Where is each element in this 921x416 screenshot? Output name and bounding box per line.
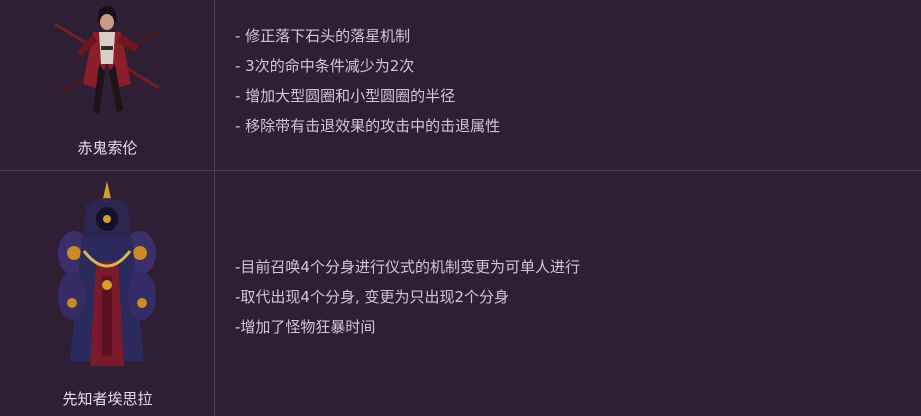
notes-cell: - 修正落下石头的落星机制 - 3次的命中条件减少为2次 - 增加大型圆圈和小型… xyxy=(215,0,921,170)
list-item: -增加了怪物狂暴时间 xyxy=(235,318,376,336)
change-list: -目前召唤4个分身进行仪式的机制变更为可单人进行 -取代出现4个分身, 变更为只… xyxy=(235,252,580,342)
list-item: - 移除带有击退效果的攻击中的击退属性 xyxy=(235,117,501,135)
list-item: -取代出现4个分身, 变更为只出现2个分身 xyxy=(235,288,510,306)
monster-name: 先知者埃思拉 xyxy=(62,390,153,408)
red-ogre-soren-image xyxy=(54,6,160,114)
list-item: -目前召唤4个分身进行仪式的机制变更为可单人进行 xyxy=(235,258,580,276)
prophet-esra-image xyxy=(58,181,156,366)
monster-cell: 先知者埃思拉 xyxy=(0,171,215,416)
list-item: - 增加大型圆圈和小型圆圈的半径 xyxy=(235,87,456,105)
change-list: - 修正落下石头的落星机制 - 3次的命中条件减少为2次 - 增加大型圆圈和小型… xyxy=(235,21,500,141)
list-item: - 3次的命中条件减少为2次 xyxy=(235,57,415,75)
monster-cell: 赤鬼索伦 xyxy=(0,0,215,170)
patch-notes-table: 赤鬼索伦 - 修正落下石头的落星机制 - 3次的命中条件减少为2次 - 增加大型… xyxy=(0,0,921,416)
notes-cell: -目前召唤4个分身进行仪式的机制变更为可单人进行 -取代出现4个分身, 变更为只… xyxy=(215,171,921,416)
table-row: 先知者埃思拉 -目前召唤4个分身进行仪式的机制变更为可单人进行 -取代出现4个分… xyxy=(0,171,921,416)
list-item: - 修正落下石头的落星机制 xyxy=(235,27,411,45)
table-row: 赤鬼索伦 - 修正落下石头的落星机制 - 3次的命中条件减少为2次 - 增加大型… xyxy=(0,0,921,171)
monster-name: 赤鬼索伦 xyxy=(77,139,138,157)
